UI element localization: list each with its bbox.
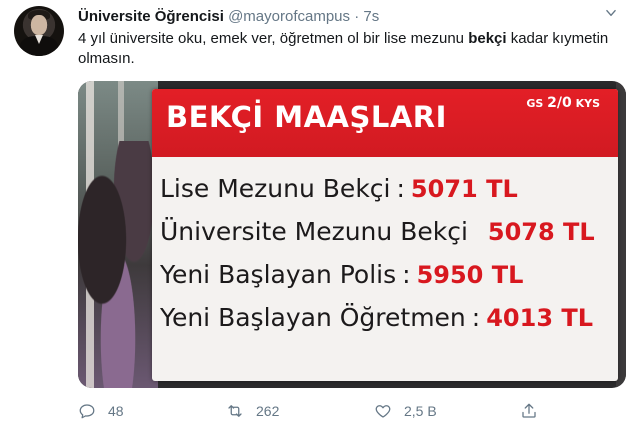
salary-amount: 5071 TL [410, 175, 518, 203]
share-icon [522, 403, 536, 418]
salary-row: Yeni Başlayan Öğretmen:4013 TL [160, 296, 614, 339]
like-count: 2,5 B [404, 403, 437, 419]
tweet-text-start: 4 yıl üniversite oku, emek ver, öğretmen… [78, 30, 469, 47]
retweet-icon [228, 405, 242, 417]
salary-label: Lise Mezunu Bekçi [160, 174, 391, 203]
tweet-media-image[interactable]: BEKÇİ MAAŞLARI GS 2/0 KYS Lise Mezunu Be… [78, 81, 626, 388]
salary-list: Lise Mezunu Bekçi:5071 TL Üniversite Mez… [160, 167, 614, 339]
avatar-face [31, 15, 47, 35]
author-name[interactable]: Üniversite Öğrencisi [78, 8, 224, 25]
board-title: BEKÇİ MAAŞLARI [166, 100, 447, 134]
logo-score: 2/0 [547, 95, 572, 111]
salary-row: Yeni Başlayan Polis:5950 TL [160, 253, 614, 296]
salary-separator: : [396, 174, 405, 203]
salary-amount: 5950 TL [416, 261, 524, 289]
salary-label: Yeni Başlayan Öğretmen [160, 303, 466, 332]
header-separator: · [354, 8, 360, 25]
image-background-left [78, 81, 158, 388]
author-handle[interactable]: @mayorofcampus [228, 8, 350, 25]
heart-icon [375, 405, 391, 418]
salary-separator: : [471, 303, 481, 332]
share-button[interactable] [520, 400, 550, 422]
salary-row: Üniversite Mezunu Bekçi 5078 TL [160, 210, 614, 253]
retweet-count: 262 [256, 403, 280, 419]
background-crowd [78, 141, 158, 388]
channel-logo: GS 2/0 KYS [526, 95, 600, 111]
avatar[interactable] [14, 6, 64, 56]
retweet-button[interactable]: 262 [226, 400, 279, 422]
salary-label: Üniversite Mezunu Bekçi [160, 217, 468, 246]
salary-amount: 4013 TL [486, 304, 594, 332]
tweet-header: Üniversite Öğrencisi @mayorofcampus · 7s [78, 8, 379, 26]
tweet-text-bold: bekçi [468, 30, 507, 47]
board-header: BEKÇİ MAAŞLARI GS 2/0 KYS [152, 89, 618, 157]
reply-count: 48 [108, 403, 124, 419]
logo-suffix: KYS [575, 97, 600, 110]
logo-small: GS [526, 97, 544, 110]
tweet[interactable]: Üniversite Öğrencisi @mayorofcampus · 7s… [0, 0, 640, 428]
tv-graphic-board: BEKÇİ MAAŞLARI GS 2/0 KYS Lise Mezunu Be… [152, 89, 618, 381]
salary-label: Yeni Başlayan Polis [160, 260, 397, 289]
salary-row: Lise Mezunu Bekçi:5071 TL [160, 167, 614, 210]
like-button[interactable]: 2,5 B [374, 400, 437, 422]
salary-amount: 5078 TL [487, 218, 595, 246]
tweet-actions: 48 262 2,5 B [78, 400, 598, 422]
chevron-down-icon[interactable] [604, 6, 618, 23]
reply-button[interactable]: 48 [78, 400, 124, 422]
salary-separator: : [402, 260, 411, 289]
tweet-timestamp[interactable]: 7s [363, 8, 379, 25]
reply-icon [79, 404, 95, 419]
tweet-text: 4 yıl üniversite oku, emek ver, öğretmen… [78, 29, 618, 69]
